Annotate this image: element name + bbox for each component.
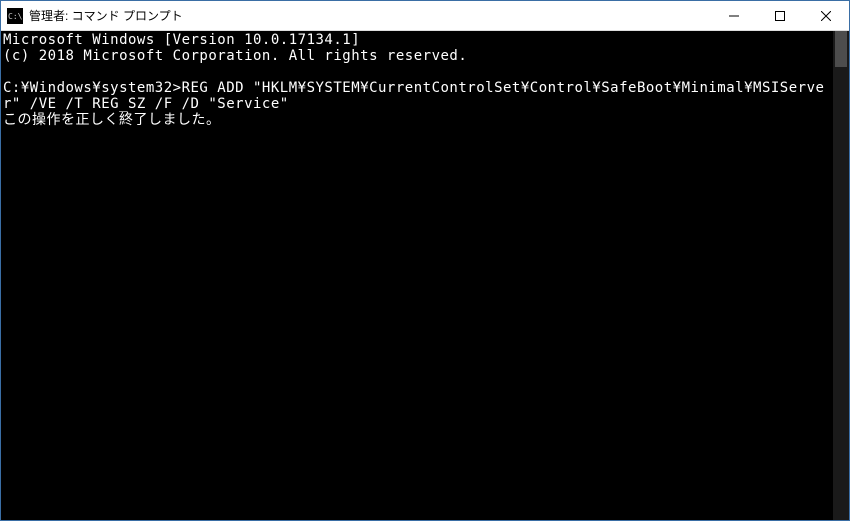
console-output[interactable]: Microsoft Windows [Version 10.0.17134.1]… xyxy=(1,31,833,520)
window-controls xyxy=(711,1,849,30)
maximize-button[interactable] xyxy=(757,1,803,30)
console-line: C:¥Windows¥system32>REG ADD "HKLM¥SYSTEM… xyxy=(3,80,824,112)
console-line: Microsoft Windows [Version 10.0.17134.1] xyxy=(3,32,360,48)
window-title: 管理者: コマンド プロンプト xyxy=(29,7,711,24)
command-prompt-window: C:\ 管理者: コマンド プロンプト Microsoft Windows [V… xyxy=(0,0,850,521)
app-icon: C:\ xyxy=(7,8,23,24)
close-button[interactable] xyxy=(803,1,849,30)
svg-text:C:\: C:\ xyxy=(8,12,23,21)
console-line: この操作を正しく終了しました。 xyxy=(3,112,221,128)
console-area[interactable]: Microsoft Windows [Version 10.0.17134.1]… xyxy=(1,31,849,520)
titlebar[interactable]: C:\ 管理者: コマンド プロンプト xyxy=(1,1,849,31)
vertical-scrollbar[interactable] xyxy=(833,31,849,520)
scrollbar-thumb[interactable] xyxy=(835,31,847,67)
console-line: (c) 2018 Microsoft Corporation. All righ… xyxy=(3,48,467,64)
minimize-button[interactable] xyxy=(711,1,757,30)
